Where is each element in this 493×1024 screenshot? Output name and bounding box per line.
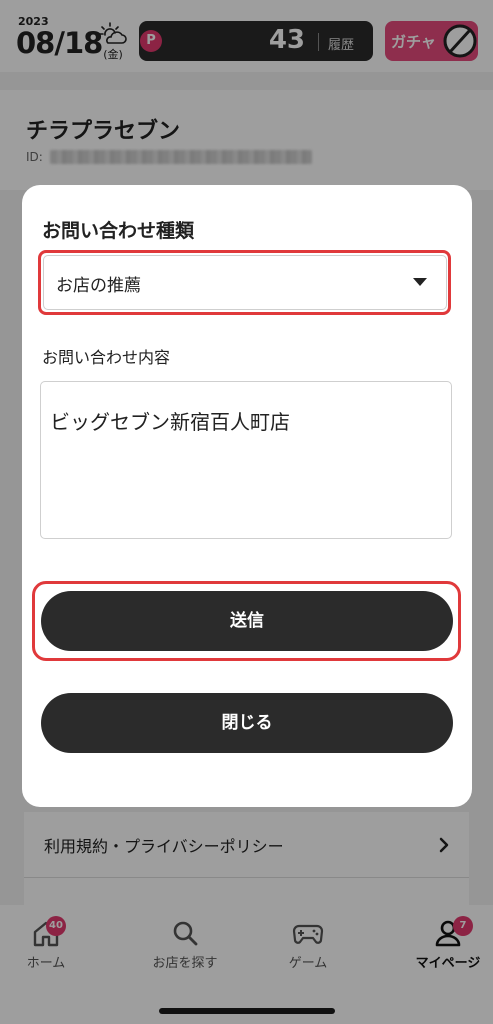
inquiry-type-label: お問い合わせ種類 bbox=[42, 220, 195, 242]
close-button[interactable]: 閉じる bbox=[41, 693, 453, 753]
home-indicator bbox=[159, 1008, 335, 1014]
chevron-down-icon bbox=[413, 278, 427, 286]
send-button[interactable]: 送信 bbox=[41, 591, 453, 651]
inquiry-content-label: お問い合わせ内容 bbox=[42, 348, 171, 367]
inquiry-content-textarea[interactable]: ビッグセブン新宿百人町店 bbox=[40, 381, 452, 539]
inquiry-type-value: お店の推薦 bbox=[56, 276, 141, 296]
